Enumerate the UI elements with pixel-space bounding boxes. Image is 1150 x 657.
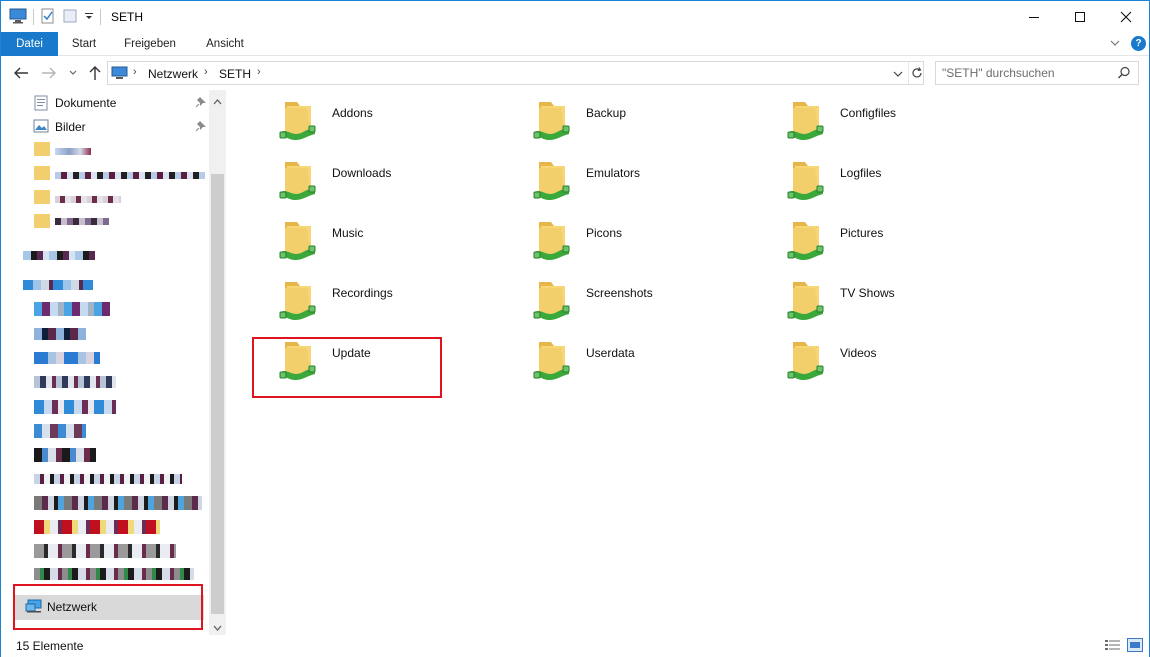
file-list: Addons Backup Configfiles Downloads Emulator… bbox=[227, 90, 1149, 635]
shared-folder-icon bbox=[277, 94, 329, 142]
search-icon[interactable] bbox=[1117, 66, 1131, 83]
expand-ribbon-icon[interactable] bbox=[1109, 37, 1121, 52]
folder-addons[interactable]: Addons bbox=[277, 94, 527, 150]
new-folder-icon[interactable] bbox=[62, 8, 78, 27]
folder-emulators[interactable]: Emulators bbox=[531, 154, 781, 210]
folder-tv-shows[interactable]: TV Shows bbox=[785, 274, 1035, 330]
refresh-icon[interactable] bbox=[908, 62, 924, 84]
close-button[interactable] bbox=[1103, 1, 1149, 32]
folder-pictures[interactable]: Pictures bbox=[785, 214, 1035, 270]
shared-folder-icon bbox=[785, 274, 837, 322]
folder-name: Music bbox=[332, 226, 364, 240]
folder-name: Addons bbox=[332, 106, 373, 120]
breadcrumb-chevron-icon[interactable]: › bbox=[204, 66, 208, 78]
explorer-window: SETH Datei Start Freigeben Ansicht ? › N… bbox=[0, 0, 1150, 657]
toolbar-separator bbox=[33, 9, 34, 25]
folder-name: Backup bbox=[586, 106, 627, 120]
search-box[interactable] bbox=[935, 61, 1139, 85]
folder-name: Logfiles bbox=[840, 166, 882, 180]
shared-folder-icon bbox=[531, 334, 583, 382]
window-title: SETH bbox=[111, 10, 144, 24]
folder-videos[interactable]: Videos bbox=[785, 334, 1035, 390]
tab-freigeben[interactable]: Freigeben bbox=[117, 32, 183, 56]
scroll-down-icon[interactable] bbox=[213, 620, 222, 634]
ribbon: Datei Start Freigeben Ansicht ? bbox=[1, 32, 1149, 56]
shared-folder-icon bbox=[277, 154, 329, 202]
folder-downloads[interactable]: Downloads bbox=[277, 154, 527, 210]
large-icons-view-icon[interactable] bbox=[1127, 638, 1143, 655]
shared-folder-icon bbox=[277, 214, 329, 262]
tab-ansicht[interactable]: Ansicht bbox=[197, 32, 253, 56]
folder-name: Recordings bbox=[332, 286, 393, 300]
shared-folder-icon bbox=[531, 154, 583, 202]
network-location-icon bbox=[111, 66, 129, 83]
folder-name: TV Shows bbox=[840, 286, 895, 300]
address-dropdown-icon[interactable] bbox=[893, 68, 903, 82]
breadcrumb-chevron-icon[interactable]: › bbox=[133, 66, 137, 78]
scrollbar-thumb[interactable] bbox=[211, 174, 224, 614]
customize-toolbar-icon[interactable] bbox=[84, 10, 94, 24]
computer-icon[interactable] bbox=[9, 8, 27, 27]
address-bar[interactable]: › Netzwerk › SETH › bbox=[107, 61, 924, 85]
shared-folder-icon bbox=[277, 274, 329, 322]
shared-folder-icon bbox=[785, 214, 837, 262]
recent-locations-button[interactable] bbox=[63, 63, 83, 83]
folder-name: Downloads bbox=[332, 166, 392, 180]
breadcrumb-chevron-icon[interactable]: › bbox=[257, 66, 261, 78]
tab-datei[interactable]: Datei bbox=[1, 32, 58, 56]
back-button[interactable] bbox=[11, 63, 31, 83]
nav-scrollbar[interactable] bbox=[209, 90, 226, 635]
folder-recordings[interactable]: Recordings bbox=[277, 274, 527, 330]
minimize-button[interactable] bbox=[1011, 1, 1057, 32]
scroll-up-icon[interactable] bbox=[213, 94, 222, 108]
folder-configfiles[interactable]: Configfiles bbox=[785, 94, 1035, 150]
highlight-box bbox=[252, 337, 442, 398]
folder-name: Userdata bbox=[586, 346, 635, 360]
navigation-bar: › Netzwerk › SETH › bbox=[1, 58, 1149, 88]
up-button[interactable] bbox=[85, 63, 105, 83]
properties-icon[interactable] bbox=[40, 8, 56, 27]
help-icon[interactable]: ? bbox=[1131, 36, 1146, 51]
breadcrumb-netzwerk[interactable]: Netzwerk bbox=[148, 67, 198, 81]
details-view-icon[interactable] bbox=[1105, 639, 1121, 654]
folder-name: Picons bbox=[586, 226, 623, 240]
navigation-pane: Dokumente Bilder Netzwerk bbox=[1, 90, 226, 635]
shared-folder-icon bbox=[531, 274, 583, 322]
folder-name: Videos bbox=[840, 346, 877, 360]
folder-picons[interactable]: Picons bbox=[531, 214, 781, 270]
tab-start[interactable]: Start bbox=[63, 32, 105, 56]
breadcrumb-seth[interactable]: SETH bbox=[219, 67, 251, 81]
folder-name: Screenshots bbox=[586, 286, 653, 300]
quick-access-toolbar bbox=[9, 7, 101, 27]
maximize-button[interactable] bbox=[1057, 1, 1103, 32]
forward-button[interactable] bbox=[39, 63, 59, 83]
folder-name: Configfiles bbox=[840, 106, 897, 120]
search-input[interactable] bbox=[942, 65, 1112, 81]
item-count: 15 Elemente bbox=[16, 639, 84, 653]
redacted-nav-items bbox=[1, 90, 209, 590]
folder-backup[interactable]: Backup bbox=[531, 94, 781, 150]
toolbar-separator bbox=[100, 9, 101, 25]
highlight-box bbox=[13, 584, 203, 630]
folder-userdata[interactable]: Userdata bbox=[531, 334, 781, 390]
folder-logfiles[interactable]: Logfiles bbox=[785, 154, 1035, 210]
shared-folder-icon bbox=[785, 94, 837, 142]
folder-screenshots[interactable]: Screenshots bbox=[531, 274, 781, 330]
folder-name: Emulators bbox=[586, 166, 641, 180]
folder-name: Pictures bbox=[840, 226, 884, 240]
title-bar: SETH bbox=[1, 1, 1149, 32]
shared-folder-icon bbox=[785, 154, 837, 202]
status-bar: 15 Elemente bbox=[1, 635, 1149, 657]
shared-folder-icon bbox=[531, 214, 583, 262]
shared-folder-icon bbox=[785, 334, 837, 382]
folder-music[interactable]: Music bbox=[277, 214, 527, 270]
shared-folder-icon bbox=[531, 94, 583, 142]
